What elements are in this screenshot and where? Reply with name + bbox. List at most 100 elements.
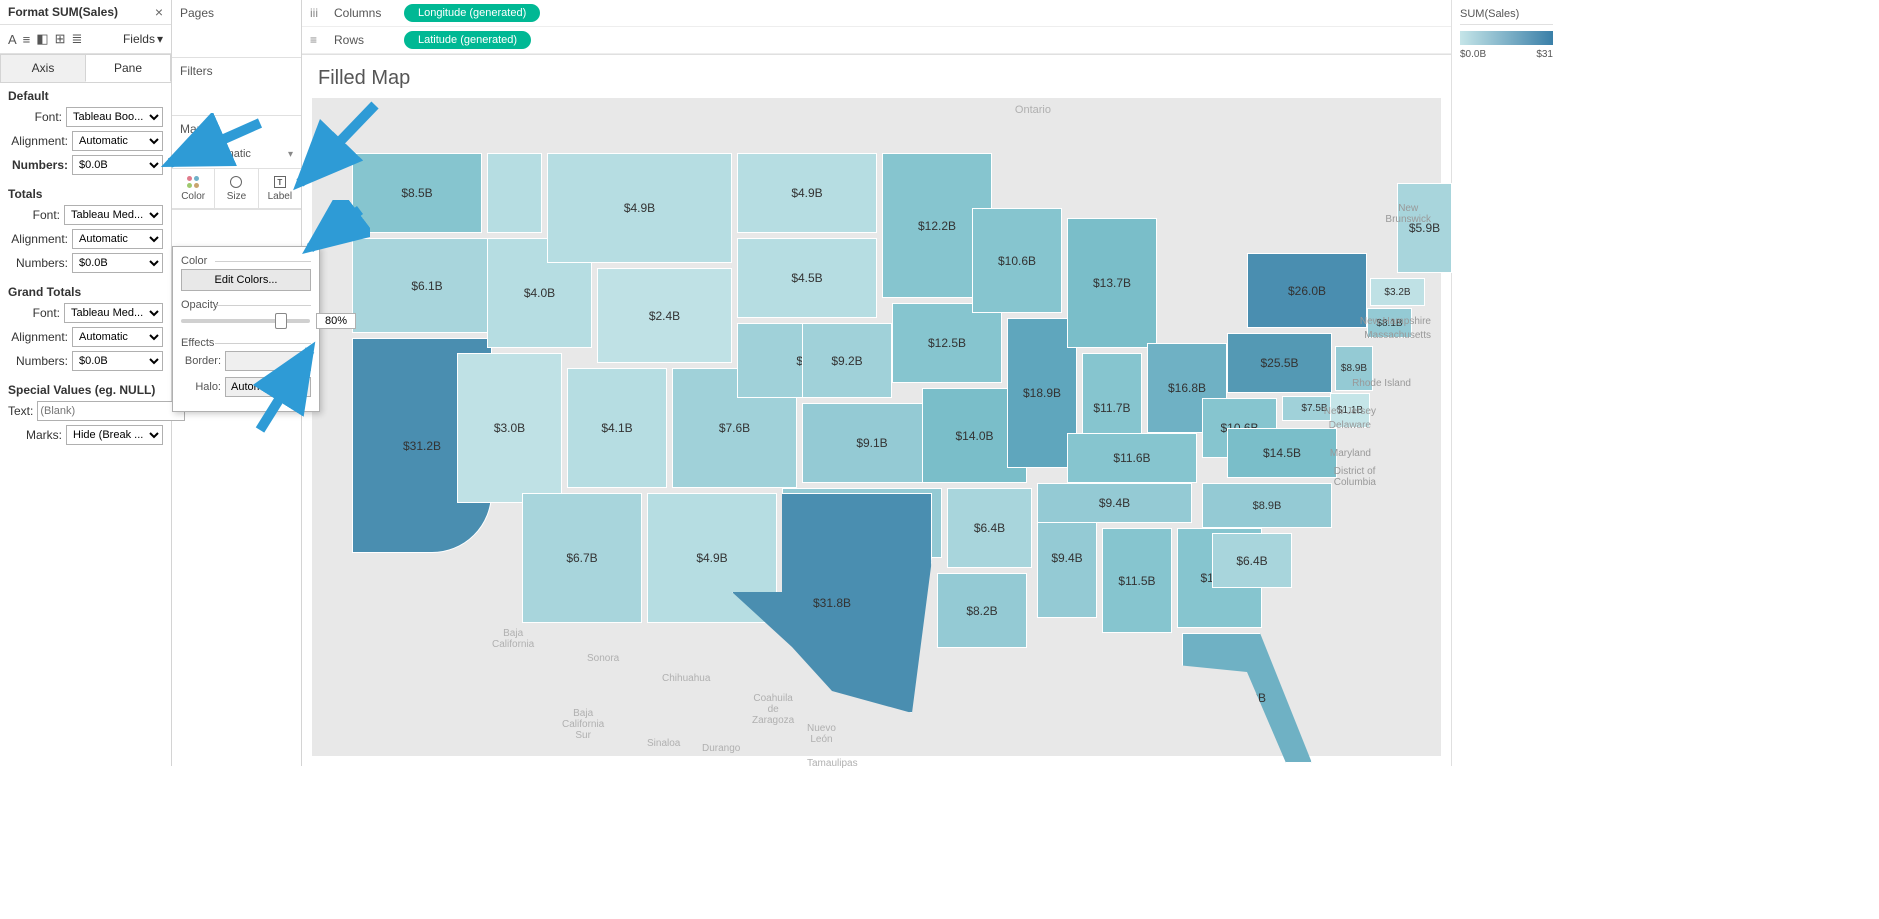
state-northdakota[interactable]: $4.9B	[737, 153, 877, 233]
tab-axis[interactable]: Axis	[0, 54, 85, 82]
map-container[interactable]: Ontario United States $8.5B $6.1B $31.2B…	[312, 98, 1441, 756]
pages-shelf[interactable]: Pages	[172, 0, 301, 58]
state-louisiana[interactable]: $8.2B	[937, 573, 1027, 648]
columns-pill[interactable]: Longitude (generated)	[404, 4, 540, 22]
side-newjersey: New Jersey	[1324, 406, 1376, 417]
state-southdakota[interactable]: $4.5B	[737, 238, 877, 318]
state-utah[interactable]: $4.1B	[567, 368, 667, 488]
lines-icon[interactable]: ≣	[71, 31, 82, 47]
totals-numbers-label: Numbers:	[8, 256, 72, 270]
mx-tamaulipas: Tamaulipas	[807, 758, 858, 769]
state-kentucky[interactable]: $11.6B	[1067, 433, 1197, 483]
shading-icon[interactable]: ◧	[36, 31, 48, 47]
state-northcarolina[interactable]: $8.9B	[1202, 483, 1332, 528]
marks-color-button[interactable]: Color	[172, 169, 215, 208]
font-a-icon[interactable]: A	[8, 32, 17, 47]
state-kansas[interactable]: $9.1B	[802, 403, 942, 483]
marks-label-button[interactable]: T Label	[259, 169, 301, 208]
opacity-input[interactable]	[316, 313, 356, 329]
mx-baja-sur: Baja California Sur	[562, 708, 604, 741]
side-newbrunswick: New Brunswick	[1385, 203, 1431, 225]
state-alabama[interactable]: $11.5B	[1102, 528, 1172, 633]
mx-sonora: Sonora	[587, 653, 619, 664]
close-icon[interactable]: ×	[155, 4, 163, 20]
legend-title: SUM(Sales)	[1460, 8, 1553, 25]
mark-type-selector[interactable]: Automatic ▾	[172, 140, 301, 169]
mark-type-value: Automatic	[202, 148, 282, 160]
color-popup: Color Edit Colors... Opacity Effects Bor…	[172, 246, 320, 412]
borders-icon[interactable]: ⊞	[55, 31, 66, 47]
viz-title[interactable]: Filled Map	[302, 55, 1451, 98]
legend-gradient[interactable]	[1460, 31, 1553, 45]
state-southcarolina[interactable]: $6.4B	[1212, 533, 1292, 588]
fields-dropdown[interactable]: Fields▾	[123, 32, 163, 46]
state-oregon[interactable]: $6.1B	[352, 238, 502, 333]
rows-icon: ≡	[310, 33, 324, 47]
grandtotals-numbers-select[interactable]: $0.0B	[72, 351, 163, 371]
state-nevada[interactable]: $3.0B	[457, 353, 562, 503]
totals-numbers-select[interactable]: $0.0B	[72, 253, 163, 273]
border-select[interactable]	[225, 351, 311, 371]
state-wisconsin[interactable]: $10.6B	[972, 208, 1062, 313]
state-maine[interactable]: $5.9B	[1397, 183, 1452, 273]
marks-size-button[interactable]: Size	[215, 169, 258, 208]
format-panel-title: Format SUM(Sales)	[8, 5, 118, 19]
main-viz-area: iii Columns Longitude (generated) ≡ Rows…	[302, 0, 1451, 766]
sv-text-label: Text:	[8, 404, 37, 418]
grandtotals-align-select[interactable]: Automatic	[72, 327, 163, 347]
side-rhodeisland: Rhode Island	[1352, 378, 1411, 389]
halo-select[interactable]: Automatic	[225, 377, 311, 397]
default-font-select[interactable]: Tableau Boo...	[66, 107, 163, 127]
state-massachusetts[interactable]: $3.2B	[1370, 278, 1425, 306]
state-wyoming[interactable]: $2.4B	[597, 268, 732, 363]
map-mark-icon	[180, 146, 196, 162]
align-icon[interactable]: ≡	[23, 32, 31, 47]
marks-label-label: Label	[268, 191, 292, 202]
state-iowa[interactable]: $12.5B	[892, 303, 1002, 383]
default-align-select[interactable]: Automatic	[72, 131, 163, 151]
state-idaho-n[interactable]	[487, 153, 542, 233]
totals-font-label: Font:	[8, 208, 64, 222]
state-virginia[interactable]: $14.5B	[1227, 428, 1337, 478]
state-pennsylvania[interactable]: $25.5B	[1227, 333, 1332, 393]
edit-colors-button[interactable]: Edit Colors...	[181, 269, 311, 291]
color-dots-icon	[185, 175, 201, 189]
label-t-icon: T	[274, 176, 286, 188]
totals-heading: Totals	[8, 187, 163, 201]
state-washington[interactable]: $8.5B	[352, 153, 482, 233]
filters-shelf[interactable]: Filters	[172, 58, 301, 116]
state-florida[interactable]: $17.3B	[1182, 633, 1312, 763]
state-arkansas[interactable]: $6.4B	[947, 488, 1032, 568]
halo-label: Halo:	[181, 381, 225, 393]
state-minnesota-extra[interactable]: $9.2B	[802, 323, 892, 398]
state-michigan[interactable]: $13.7B	[1067, 218, 1157, 348]
color-section-label: Color	[181, 255, 311, 267]
tab-pane[interactable]: Pane	[85, 54, 171, 82]
state-arizona[interactable]: $6.7B	[522, 493, 642, 623]
state-tennessee[interactable]: $9.4B	[1037, 483, 1192, 523]
totals-align-label: Alignment:	[8, 232, 72, 246]
columns-icon: iii	[310, 6, 324, 20]
mx-chihuahua: Chihuahua	[662, 673, 710, 684]
grandtotals-font-select[interactable]: Tableau Med...	[64, 303, 163, 323]
sv-marks-select[interactable]: Hide (Break ...	[66, 425, 163, 445]
mx-coahuila: Coahuila de Zaragoza	[752, 693, 794, 726]
opacity-slider[interactable]	[181, 319, 310, 323]
marks-card: Mark Automatic ▾ Color Size T Label	[172, 116, 301, 210]
totals-font-select[interactable]: Tableau Med...	[64, 205, 163, 225]
state-montana[interactable]: $4.9B	[547, 153, 732, 263]
default-align-label: Alignment:	[8, 134, 72, 148]
totals-align-select[interactable]: Automatic	[72, 229, 163, 249]
mx-durango: Durango	[702, 743, 740, 754]
rows-pill[interactable]: Latitude (generated)	[404, 31, 531, 49]
mx-baja-ca: Baja California	[492, 628, 534, 650]
filters-label: Filters	[180, 64, 293, 78]
default-numbers-select[interactable]: $0.0B	[72, 155, 163, 175]
rows-label: Rows	[334, 33, 394, 47]
mx-sinaloa: Sinaloa	[647, 738, 680, 749]
legend-panel: SUM(Sales) $0.0B $31	[1451, 0, 1561, 766]
state-newyork[interactable]: $26.0B	[1247, 253, 1367, 328]
side-dc: District of Columbia	[1334, 466, 1376, 488]
sv-text-input[interactable]	[37, 401, 185, 421]
side-massachusetts: Massachusetts	[1364, 330, 1431, 341]
